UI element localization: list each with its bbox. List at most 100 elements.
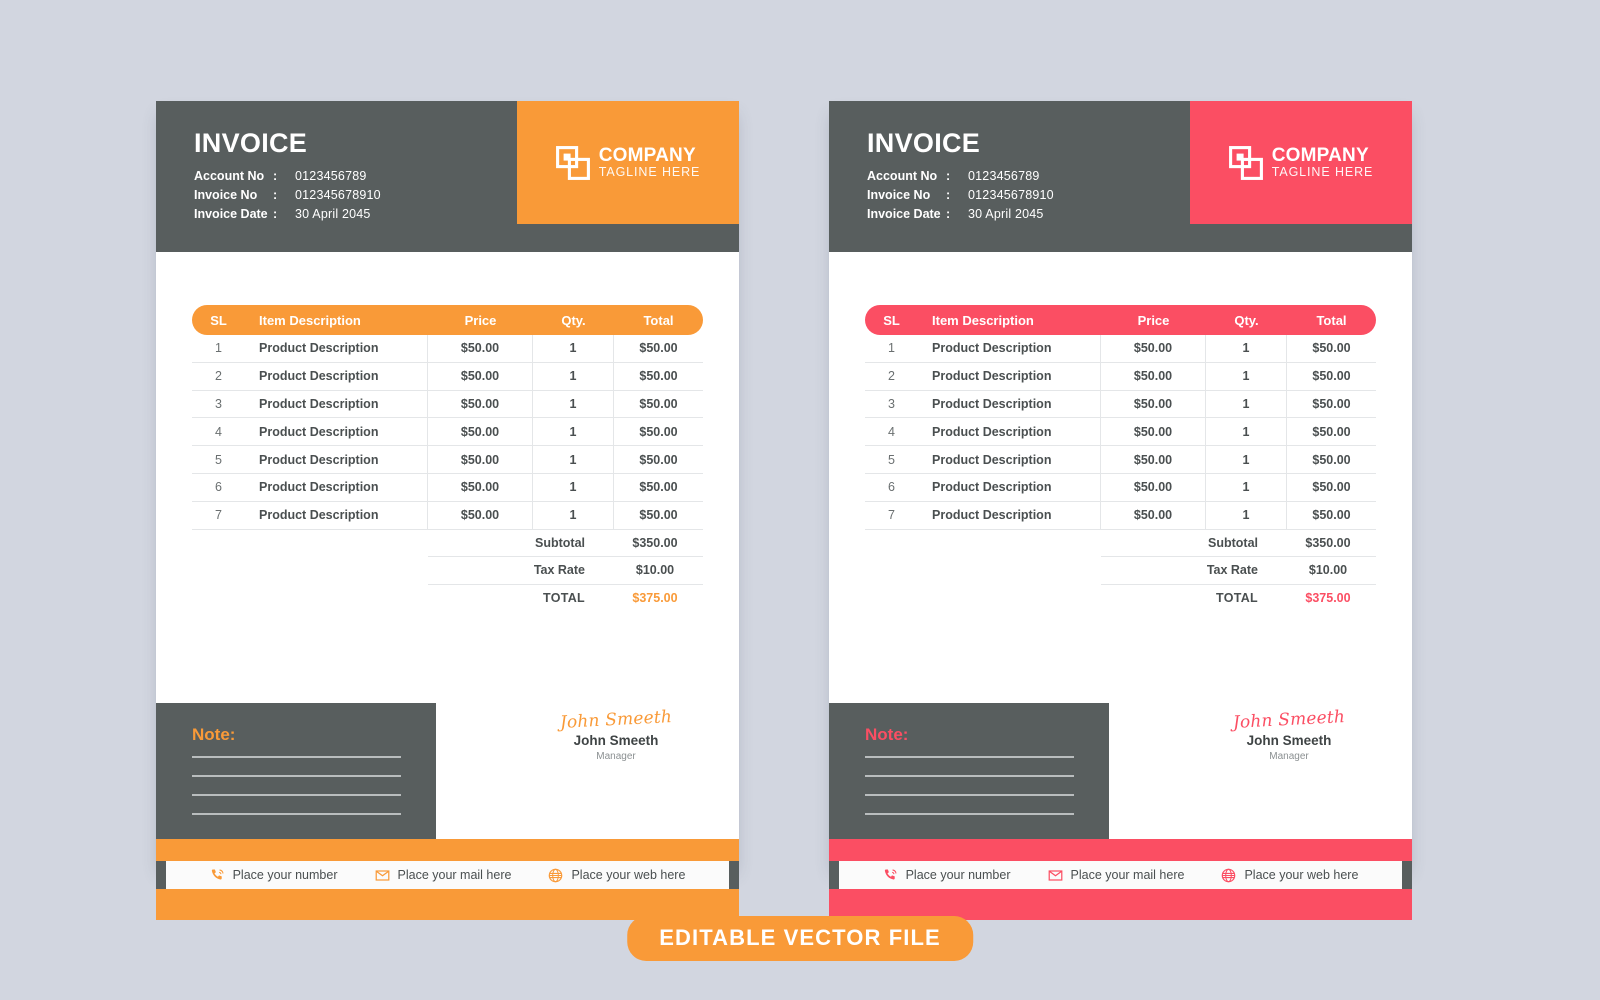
contact-label: Place your mail here (397, 868, 512, 882)
cell-total: $50.00 (1312, 480, 1351, 495)
cell-sl: 7 (215, 508, 222, 523)
column-header-desc: Item Description (259, 312, 361, 328)
cell-total: $50.00 (1312, 369, 1351, 384)
invoice-header-info: INVOICE Account No : 0123456789 Invoice … (867, 130, 1054, 226)
meta-colon: : (946, 207, 951, 221)
brand-text: COMPANY TAGLINE HERE (1272, 146, 1374, 178)
column-header-price: Price (1137, 312, 1170, 328)
note-line (865, 813, 1074, 815)
cell-price: $50.00 (1101, 418, 1206, 446)
meta-row-invoice-date: Invoice Date : 30 April 2045 (867, 207, 1054, 226)
cell-desc: Product Description (245, 390, 428, 418)
meta-colon: : (273, 188, 278, 202)
meta-label: Account No (867, 169, 938, 183)
table-row: 7 Product Description $50.00 1 $50.00 (192, 501, 703, 530)
meta-colon: : (946, 169, 951, 183)
brand-tagline: TAGLINE HERE (598, 164, 701, 179)
cell-qty: 1 (1206, 390, 1287, 418)
summary-label: Tax Rate (533, 563, 585, 578)
cell-qty: 1 (533, 446, 614, 473)
contact-label: Place your web here (571, 868, 686, 882)
note-title: Note: (865, 725, 909, 744)
note-box: Note: (829, 703, 1109, 839)
contact-label: Place your number (905, 868, 1011, 882)
note-title: Note: (192, 725, 236, 744)
meta-row-account-no: Account No : 0123456789 (867, 169, 1054, 188)
summary-row-tax-rate: Tax Rate $10.00 (1101, 557, 1376, 585)
contact-item-phone[interactable]: Place your number (210, 868, 338, 883)
table-row: 6 Product Description $50.00 1 $50.00 (865, 473, 1376, 502)
signature-block: John Smeeth John Smeeth Manager (531, 707, 701, 763)
invoice-header: INVOICE Account No : 0123456789 Invoice … (829, 101, 1412, 252)
cell-sl: 6 (215, 480, 222, 495)
cell-total: $50.00 (1312, 396, 1351, 411)
contact-item-web[interactable]: Place your web here (1221, 868, 1358, 883)
meta-value: 012345678910 (295, 188, 381, 202)
signature-role: Manager (596, 750, 636, 762)
cell-qty: 1 (1206, 446, 1287, 473)
meta-row-invoice-no: Invoice No : 012345678910 (194, 188, 381, 207)
brand-block: COMPANY TAGLINE HERE (517, 101, 739, 224)
column-header-qty: Qty. (1234, 312, 1259, 328)
cell-price: $50.00 (428, 446, 533, 473)
contact-bar-cap-right (1402, 861, 1412, 889)
summary-value: $375.00 (1305, 591, 1351, 606)
invoice-body: SL Item Description Price Qty. Total 1 P… (829, 305, 1412, 703)
cell-desc: Product Description (245, 446, 428, 473)
meta-label: Account No (194, 169, 265, 183)
invoice-body: SL Item Description Price Qty. Total 1 P… (156, 305, 739, 703)
summary-label: Subtotal (535, 535, 585, 550)
contact-item-web[interactable]: Place your web here (548, 868, 685, 883)
cell-desc: Product Description (918, 446, 1101, 473)
contact-bar-cap-left (829, 861, 839, 889)
table-row: 1 Product Description $50.00 1 $50.00 (192, 335, 703, 363)
summary-value: $350.00 (1305, 535, 1351, 550)
meta-value: 0123456789 (968, 169, 1040, 183)
editable-vector-file-badge: EDITABLE VECTOR FILE (627, 916, 973, 961)
note-line (192, 756, 401, 758)
cell-desc: Product Description (918, 390, 1101, 418)
cell-qty: 1 (533, 335, 614, 362)
contact-item-phone[interactable]: Place your number (883, 868, 1011, 883)
summary-label: TOTAL (542, 591, 585, 606)
page-title: INVOICE (194, 128, 308, 158)
table-row: 6 Product Description $50.00 1 $50.00 (192, 473, 703, 502)
cell-desc: Product Description (918, 362, 1101, 390)
table-row: 1 Product Description $50.00 1 $50.00 (865, 335, 1376, 363)
cell-sl: 3 (888, 396, 895, 411)
summary-row-subtotal: Subtotal $350.00 (1101, 530, 1376, 558)
table-row: 5 Product Description $50.00 1 $50.00 (192, 446, 703, 474)
cell-sl: 5 (888, 452, 895, 467)
column-header-sl: SL (210, 312, 227, 328)
cell-total: $50.00 (639, 369, 678, 384)
contact-label: Place your web here (1244, 868, 1359, 882)
cell-desc: Product Description (918, 473, 1101, 501)
cell-sl: 1 (888, 341, 895, 356)
cell-qty: 1 (1206, 335, 1287, 362)
signature-script: John Smeeth (1232, 707, 1346, 733)
cell-sl: 2 (215, 369, 222, 384)
brand-name: COMPANY (1271, 145, 1369, 167)
summary-value: $375.00 (632, 591, 678, 606)
cell-qty: 1 (1206, 473, 1287, 501)
cell-price: $50.00 (428, 335, 533, 362)
cell-total: $50.00 (639, 508, 678, 523)
cell-desc: Product Description (918, 501, 1101, 529)
summary-value: $350.00 (632, 535, 678, 550)
contact-bar-cap-right (729, 861, 739, 889)
table-row: 7 Product Description $50.00 1 $50.00 (865, 501, 1376, 530)
cell-price: $50.00 (428, 362, 533, 390)
cell-sl: 2 (888, 369, 895, 384)
cell-price: $50.00 (1101, 446, 1206, 473)
invoice-footer: Place your number Place your mail here P… (829, 839, 1412, 920)
contact-item-mail[interactable]: Place your mail here (375, 868, 512, 883)
meta-value: 0123456789 (295, 169, 367, 183)
cell-desc: Product Description (918, 335, 1101, 362)
summary-row-tax-rate: Tax Rate $10.00 (428, 557, 703, 585)
design-canvas: INVOICE Account No : 0123456789 Invoice … (0, 0, 1600, 1000)
contact-item-mail[interactable]: Place your mail here (1048, 868, 1184, 883)
globe-icon (1222, 868, 1236, 882)
column-header-price: Price (464, 312, 497, 328)
cell-total: $50.00 (639, 452, 678, 467)
invoice-card-orange: INVOICE Account No : 0123456789 Invoice … (156, 101, 739, 920)
